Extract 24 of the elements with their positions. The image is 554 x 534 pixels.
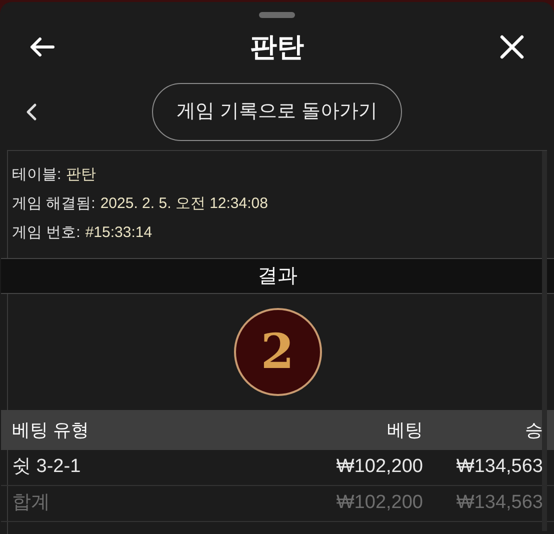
info-label: 게임 번호: xyxy=(12,223,80,244)
info-value: #15:33:14 xyxy=(85,223,152,244)
result-chip: 2 xyxy=(234,308,322,396)
table-cell-text: ₩102,200 xyxy=(335,455,423,480)
back-to-history-button[interactable]: 게임 기록으로 돌아가기 xyxy=(152,83,402,141)
info-value: 2025. 2. 5. 오전 12:34:08 xyxy=(100,194,268,214)
drag-handle[interactable] xyxy=(259,12,295,18)
column-header: 베팅 xyxy=(386,418,423,442)
info-value: 판탄 xyxy=(66,165,96,186)
close-icon xyxy=(500,35,524,59)
table-cell-text: ₩134,563 xyxy=(455,455,543,480)
header-title: 판탄 xyxy=(250,30,304,64)
result-title: 결과 xyxy=(258,264,298,289)
info-label: 게임 해결됨: xyxy=(12,194,96,214)
column-header: 베팅 유형 xyxy=(12,418,90,442)
table-cell-text: ₩102,200 xyxy=(335,491,423,516)
column-header: 승 xyxy=(524,418,543,442)
table-cell-text: ₩134,563 xyxy=(455,491,543,516)
info-label: 테이블: xyxy=(12,165,62,186)
table-cell-text: 쉿 3-2-1 xyxy=(12,455,82,480)
back-arrow-icon xyxy=(29,36,55,58)
table-cell-text: 합계 xyxy=(12,491,51,516)
close-button[interactable] xyxy=(498,33,526,61)
chevron-left-icon[interactable] xyxy=(25,103,37,121)
